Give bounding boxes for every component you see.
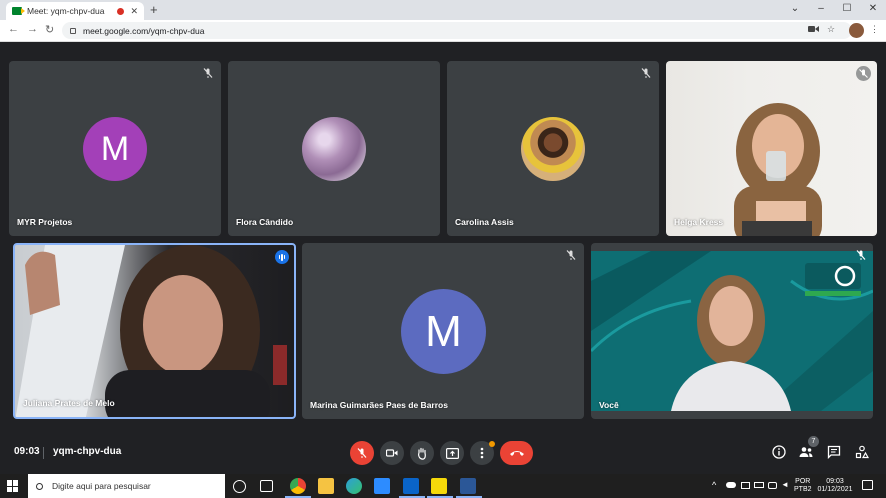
lock-icon xyxy=(70,27,76,34)
keyboard-layout: PTB2 xyxy=(794,486,812,493)
mic-off-icon xyxy=(203,68,213,78)
tab-close-button[interactable]: ✕ xyxy=(130,6,138,17)
word-icon[interactable] xyxy=(460,478,476,494)
participant-tile-myr[interactable]: M MYR Projetos xyxy=(9,61,221,236)
meeting-time: 09:03 xyxy=(14,446,40,457)
zoom-icon[interactable] xyxy=(374,478,390,494)
participant-tile-self[interactable]: Você xyxy=(591,243,873,419)
chat-icon[interactable] xyxy=(827,445,841,459)
battery-icon[interactable] xyxy=(754,482,764,488)
windows-start-icon[interactable] xyxy=(7,480,19,492)
participant-tile-juliana[interactable]: Juliana Prates de Melo xyxy=(13,243,296,419)
participant-name: Helga Kress xyxy=(674,217,724,227)
divider xyxy=(43,447,44,459)
search-placeholder: Digite aqui para pesquisar xyxy=(52,481,151,491)
taskbar-clock[interactable]: 09:03 01/12/2021 xyxy=(815,478,855,494)
recording-dot-icon xyxy=(117,7,125,15)
new-tab-button[interactable]: + xyxy=(150,2,158,17)
search-icon xyxy=(36,482,43,490)
taskbar-search-box[interactable]: Digite aqui para pesquisar xyxy=(28,474,225,498)
url-text: meet.google.com/yqm-chpv-dua xyxy=(83,25,205,36)
meeting-info-icon[interactable] xyxy=(772,445,786,459)
participant-name: Flora Cândido xyxy=(236,217,294,227)
avatar: M xyxy=(83,117,147,181)
present-icon xyxy=(445,447,459,459)
outlook-icon[interactable] xyxy=(403,478,419,494)
file-explorer-icon[interactable] xyxy=(318,478,334,494)
mic-off-icon xyxy=(357,448,367,458)
close-window-button[interactable]: ✕ xyxy=(858,0,886,20)
browser-tab[interactable]: Meet: yqm-chpv-dua ✕ xyxy=(6,2,144,20)
participant-name: Marina Guimarães Paes de Barros xyxy=(310,400,448,410)
participant-name: Juliana Prates de Melo xyxy=(23,398,115,408)
forward-icon[interactable]: → xyxy=(27,23,38,35)
profile-avatar[interactable] xyxy=(849,23,864,38)
avatar: M xyxy=(401,289,486,374)
url-bar[interactable]: meet.google.com/yqm-chpv-dua xyxy=(62,22,852,39)
mic-toggle-button[interactable] xyxy=(350,441,374,465)
language-indicator[interactable]: POR PTB2 xyxy=(794,478,812,494)
notification-dot xyxy=(489,441,495,447)
avatar-photo xyxy=(302,117,366,181)
mic-off-icon xyxy=(641,68,651,78)
camera-toggle-button[interactable] xyxy=(380,441,404,465)
task-view-icon[interactable] xyxy=(260,480,273,492)
meeting-code: yqm-chpv-dua xyxy=(53,446,122,457)
edge-icon[interactable] xyxy=(346,478,362,494)
language-code: POR xyxy=(795,478,811,485)
sticky-notes-icon[interactable] xyxy=(431,478,447,494)
people-icon[interactable] xyxy=(799,445,813,459)
bookmark-star-icon[interactable]: ☆ xyxy=(827,24,835,35)
reload-icon[interactable]: ↻ xyxy=(45,23,54,36)
present-screen-button[interactable] xyxy=(440,441,464,465)
camera-icon xyxy=(386,449,398,457)
clock-time: 09:03 xyxy=(826,478,844,485)
cortana-icon[interactable] xyxy=(233,480,246,493)
participant-name: Você xyxy=(599,400,619,410)
raise-hand-button[interactable] xyxy=(410,441,434,465)
participant-video xyxy=(15,245,287,417)
onedrive-icon[interactable] xyxy=(726,482,736,488)
tray-chevron-icon[interactable]: ^ xyxy=(712,481,716,490)
mic-off-icon xyxy=(566,250,576,260)
more-vert-icon xyxy=(480,447,484,459)
mic-off-icon xyxy=(856,66,871,81)
participant-name: Carolina Assis xyxy=(455,217,514,227)
avatar-photo xyxy=(521,117,585,181)
participant-tile-carolina[interactable]: Carolina Assis xyxy=(447,61,659,236)
participant-tile-marina[interactable]: M Marina Guimarães Paes de Barros xyxy=(302,243,584,419)
self-video xyxy=(591,251,873,411)
volume-icon[interactable]: ◄ xyxy=(781,481,789,489)
clock-date: 01/12/2021 xyxy=(817,486,853,493)
camera-in-use-icon[interactable] xyxy=(808,24,819,34)
wifi-icon[interactable] xyxy=(768,482,777,489)
hangup-icon xyxy=(509,451,524,456)
menu-kebab-icon[interactable]: ⋮ xyxy=(870,24,879,35)
meeting-controls-bar: 09:03 yqm-chpv-dua 7 xyxy=(0,432,886,474)
participant-tile-helga[interactable]: Helga Kress xyxy=(666,61,877,236)
browser-tab-strip: Meet: yqm-chpv-dua ✕ + ⌄ – ☐ ✕ xyxy=(0,0,886,20)
participant-count-badge: 7 xyxy=(808,436,819,447)
activities-icon[interactable] xyxy=(855,445,869,459)
tab-title: Meet: yqm-chpv-dua xyxy=(27,6,105,16)
notifications-icon[interactable] xyxy=(862,480,873,490)
address-bar-row: ← → ↻ meet.google.com/yqm-chpv-dua ☆ ⋮ xyxy=(0,20,886,42)
network-icon[interactable] xyxy=(741,482,750,489)
participant-name: MYR Projetos xyxy=(17,217,73,227)
speaking-indicator-icon xyxy=(275,250,289,264)
participant-video xyxy=(734,103,822,236)
mic-off-icon xyxy=(856,250,866,260)
meet-favicon-icon xyxy=(12,7,25,15)
back-icon[interactable]: ← xyxy=(8,23,19,35)
participant-tile-flora[interactable]: Flora Cândido xyxy=(228,61,440,236)
hand-icon xyxy=(418,447,426,460)
leave-call-button[interactable] xyxy=(500,441,533,465)
chrome-icon[interactable] xyxy=(290,478,306,494)
windows-taskbar: Digite aqui para pesquisar ^ ◄ POR PTB2 … xyxy=(0,474,886,498)
